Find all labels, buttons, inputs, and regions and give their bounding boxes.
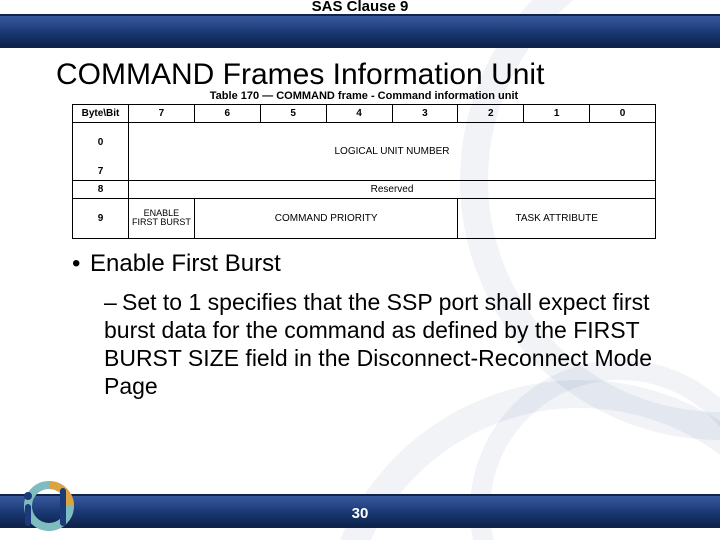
field-cmd-priority: COMMAND PRIORITY [194,198,458,238]
slide: SAS Clause 9 COMMAND Frames Information … [0,0,720,540]
sub-bullet-label: Set to 1 specifies that the SSP port sha… [104,289,652,399]
divider [0,526,720,528]
byte-label: 0 [73,123,129,163]
dash-icon: – [104,288,122,316]
byte-label: 8 [73,180,129,198]
divider [0,46,720,48]
table-caption: Table 170 — COMMAND frame - Command info… [72,90,656,102]
page-title: COMMAND Frames Information Unit [56,58,680,92]
field-reserved: Reserved [129,180,656,198]
bullet-item: •Enable First Burst [72,250,660,278]
header-band [0,16,720,46]
frame-table: Table 170 — COMMAND frame - Command info… [72,90,656,239]
bit-header: 5 [260,105,326,123]
bullet-label: Enable First Burst [90,250,281,277]
bit-header: 6 [194,105,260,123]
sub-bullet-item: –Set to 1 specifies that the SSP port sh… [104,288,660,400]
iol-logo-icon [14,478,84,534]
table: Byte\Bit 7 6 5 4 3 2 1 0 0 LOGICAL UNIT … [72,104,656,239]
bullet-dot-icon: • [72,250,90,278]
byte-label: 9 [73,198,129,238]
field-efb: ENABLE FIRST BURST [129,198,195,238]
header-gradient [0,16,720,46]
bit-header: 4 [326,105,392,123]
bit-header: 1 [524,105,590,123]
byte-label: 7 [73,163,129,181]
body-text: •Enable First Burst –Set to 1 specifies … [72,250,660,400]
bit-header: 7 [129,105,195,123]
bit-header: 0 [590,105,656,123]
bit-header: 2 [458,105,524,123]
bit-header: 3 [392,105,458,123]
table-corner: Byte\Bit [73,105,129,123]
page-number: 30 [0,505,720,522]
field-task-attr: TASK ATTRIBUTE [458,198,656,238]
field-lun: LOGICAL UNIT NUMBER [129,123,656,181]
header-title: SAS Clause 9 [0,0,720,15]
